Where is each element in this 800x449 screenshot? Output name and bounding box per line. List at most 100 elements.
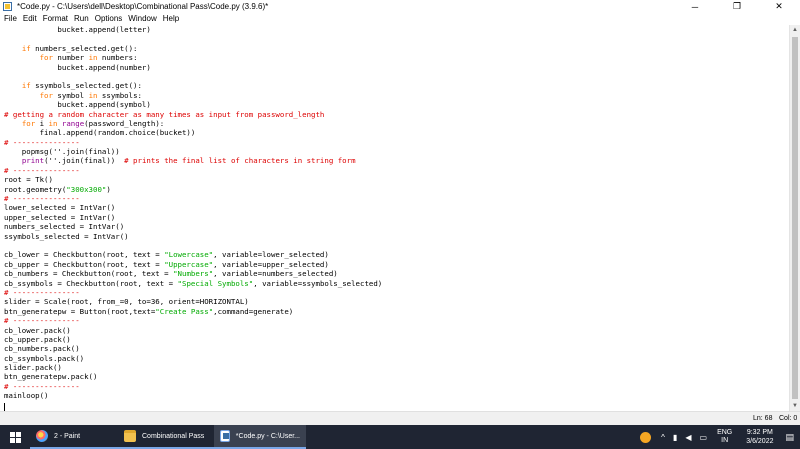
taskbar-item-folder[interactable]: Combinational Pass xyxy=(118,425,214,449)
code-keyword: if xyxy=(21,43,31,53)
code-token: number xyxy=(52,53,89,63)
code-line[interactable]: # --------------- xyxy=(4,194,382,203)
code-line[interactable]: upper_selected = IntVar() xyxy=(4,213,382,222)
code-line[interactable]: popmsg(''.join(final)) xyxy=(4,147,382,156)
title-bar: *Code.py - C:\Users\dell\Desktop\Combina… xyxy=(0,0,800,13)
code-line[interactable]: root.geometry("300x300") xyxy=(4,185,382,194)
code-token: ) xyxy=(106,184,111,194)
code-text[interactable]: bucket.append(letter) if numbers_selecte… xyxy=(4,25,382,401)
menu-options[interactable]: Options xyxy=(95,13,123,25)
vertical-scrollbar[interactable]: ▲ ▼ xyxy=(789,25,800,411)
python-idle-icon xyxy=(3,2,12,11)
code-comment: # --------------- xyxy=(4,194,80,204)
code-line[interactable]: cb_numbers.pack() xyxy=(4,344,382,353)
menu-window[interactable]: Window xyxy=(128,13,156,25)
code-token: btn_generatepw = Button(root,text= xyxy=(4,306,156,316)
code-line[interactable]: cb_lower = Checkbutton(root, text = "Low… xyxy=(4,250,382,259)
code-token: lower_selected = IntVar() xyxy=(4,203,116,213)
code-line[interactable]: # --------------- xyxy=(4,316,382,325)
code-line[interactable]: slider.pack() xyxy=(4,363,382,372)
code-line[interactable]: lower_selected = IntVar() xyxy=(4,203,382,212)
code-line[interactable]: root = Tk() xyxy=(4,175,382,184)
menu-file[interactable]: File xyxy=(4,13,17,25)
code-string: "Create Pass" xyxy=(155,306,214,316)
clock-time: 9:32 PM xyxy=(746,429,773,436)
code-token: cb_ssymbols = Checkbutton(root, text = xyxy=(4,278,178,288)
taskbar-item-idle[interactable]: *Code.py - C:\User... xyxy=(214,425,306,449)
code-line[interactable]: print(''.join(final)) # prints the final… xyxy=(4,156,382,165)
code-line[interactable]: mainloop() xyxy=(4,391,382,400)
code-line[interactable]: final.append(random.choice(bucket)) xyxy=(4,128,382,137)
code-line[interactable]: btn_generatepw = Button(root,text="Creat… xyxy=(4,307,382,316)
code-line[interactable]: btn_generatepw.pack() xyxy=(4,372,382,381)
code-editor[interactable]: bucket.append(letter) if numbers_selecte… xyxy=(0,25,789,411)
code-token: mainloop() xyxy=(4,391,49,401)
code-token: bucket.append(symbol) xyxy=(4,100,151,110)
menu-help[interactable]: Help xyxy=(163,13,179,25)
code-line[interactable]: for i in range(password_length): xyxy=(4,119,382,128)
code-line[interactable]: bucket.append(number) xyxy=(4,63,382,72)
code-line[interactable]: if ssymbols_selected.get(): xyxy=(4,81,382,90)
code-token: , variable=numbers_selected) xyxy=(213,269,338,279)
start-button[interactable] xyxy=(0,425,30,449)
code-builtin: print xyxy=(21,156,45,166)
code-line[interactable]: bucket.append(letter) xyxy=(4,25,382,34)
column-number: Col: 0 xyxy=(779,415,798,422)
scrollbar-thumb[interactable] xyxy=(792,37,798,399)
restore-button[interactable]: ❐ xyxy=(716,0,758,13)
menu-edit[interactable]: Edit xyxy=(23,13,37,25)
code-token: numbers: xyxy=(97,53,138,63)
code-line[interactable]: cb_ssymbols = Checkbutton(root, text = "… xyxy=(4,279,382,288)
code-line[interactable]: cb_upper = Checkbutton(root, text = "Upp… xyxy=(4,260,382,269)
code-line[interactable]: # --------------- xyxy=(4,138,382,147)
code-line[interactable]: bucket.append(symbol) xyxy=(4,100,382,109)
code-line[interactable]: # getting a random character as many tim… xyxy=(4,110,382,119)
clock[interactable]: 9:32 PM 3/6/2022 xyxy=(746,428,773,446)
code-line[interactable] xyxy=(4,241,382,250)
code-line[interactable] xyxy=(4,34,382,43)
code-string: "Uppercase" xyxy=(164,259,214,269)
code-line[interactable] xyxy=(4,72,382,81)
code-line[interactable]: cb_numbers = Checkbutton(root, text = "N… xyxy=(4,269,382,278)
code-token: cb_lower = Checkbutton(root, text = xyxy=(4,250,165,260)
menu-bar: File Edit Format Run Options Window Help xyxy=(0,13,800,25)
taskbar-item-paint[interactable]: 2 - Paint xyxy=(30,425,118,449)
code-line[interactable]: ssymbols_selected = IntVar() xyxy=(4,232,382,241)
minimize-button[interactable]: ─ xyxy=(674,0,716,13)
code-line[interactable]: cb_upper.pack() xyxy=(4,335,382,344)
close-button[interactable]: ✕ xyxy=(758,0,800,13)
code-token: bucket.append(letter) xyxy=(4,25,151,34)
menu-run[interactable]: Run xyxy=(74,13,89,25)
code-line[interactable]: if numbers_selected.get(): xyxy=(4,44,382,53)
code-string: "300x300" xyxy=(66,184,107,194)
window-title: *Code.py - C:\Users\dell\Desktop\Combina… xyxy=(17,2,269,11)
code-token: , variable=upper_selected) xyxy=(213,259,329,269)
notification-icon[interactable]: ▤ xyxy=(785,432,794,443)
code-line[interactable]: cb_lower.pack() xyxy=(4,326,382,335)
code-line[interactable]: for symbol in ssymbols: xyxy=(4,91,382,100)
code-line[interactable]: cb_ssymbols.pack() xyxy=(4,354,382,363)
code-line[interactable]: # --------------- xyxy=(4,288,382,297)
show-hidden-icons-button[interactable]: ^ xyxy=(661,433,665,442)
code-line[interactable]: # --------------- xyxy=(4,382,382,391)
windows-logo-icon xyxy=(9,431,21,443)
menu-format[interactable]: Format xyxy=(43,13,68,25)
scroll-up-icon[interactable]: ▲ xyxy=(790,25,800,35)
volume-icon[interactable]: ◀ xyxy=(685,433,691,442)
code-line[interactable]: slider = Scale(root, from_=0, to=36, ori… xyxy=(4,297,382,306)
code-string: "Numbers" xyxy=(173,269,214,279)
input-language[interactable]: ENG IN xyxy=(717,429,732,445)
code-line[interactable]: for number in numbers: xyxy=(4,53,382,62)
code-comment: # getting a random character as many tim… xyxy=(4,109,325,119)
battery-icon[interactable]: ▭ xyxy=(700,433,708,442)
weather-icon[interactable] xyxy=(640,431,652,443)
code-line[interactable]: # --------------- xyxy=(4,166,382,175)
network-icon[interactable]: ▮ xyxy=(673,433,677,442)
code-line[interactable]: numbers_selected = IntVar() xyxy=(4,222,382,231)
scroll-down-icon[interactable]: ▼ xyxy=(790,401,800,411)
code-token: (''.join(final)) xyxy=(44,156,125,166)
paint-icon xyxy=(36,430,48,442)
code-comment: # prints the final list of characters in… xyxy=(124,156,356,166)
